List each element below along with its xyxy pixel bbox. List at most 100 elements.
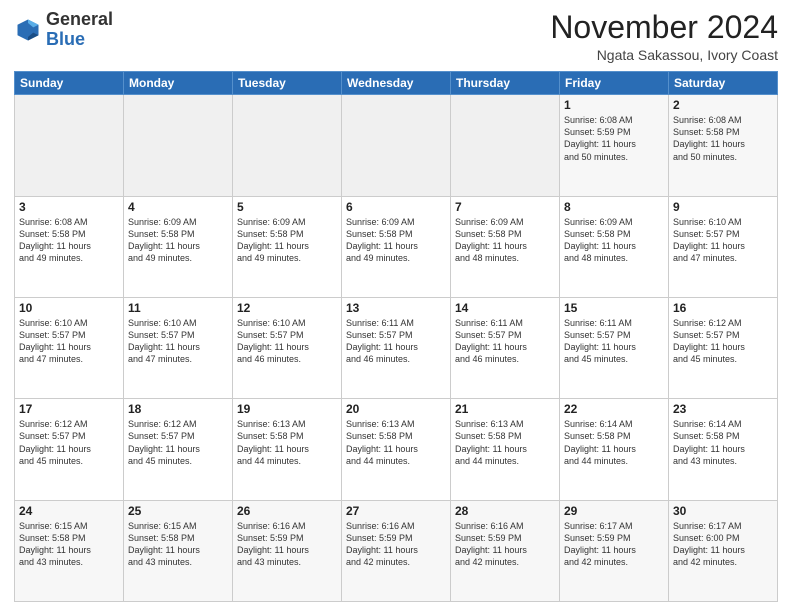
calendar-cell: 8 Sunrise: 6:09 AM Sunset: 5:58 PM Daylig… (560, 196, 669, 297)
day-number: 19 (237, 402, 337, 416)
calendar-week-2: 10 Sunrise: 6:10 AM Sunset: 5:57 PM Dayli… (15, 297, 778, 398)
day-number: 8 (564, 200, 664, 214)
day-info: Sunrise: 6:12 AM Sunset: 5:57 PM Dayligh… (673, 317, 773, 366)
day-info: Sunrise: 6:16 AM Sunset: 5:59 PM Dayligh… (346, 520, 446, 569)
day-info: Sunrise: 6:13 AM Sunset: 5:58 PM Dayligh… (346, 418, 446, 467)
logo-blue: Blue (46, 29, 85, 49)
logo-general: General (46, 9, 113, 29)
col-wednesday: Wednesday (342, 72, 451, 95)
day-info: Sunrise: 6:12 AM Sunset: 5:57 PM Dayligh… (19, 418, 119, 467)
day-info: Sunrise: 6:11 AM Sunset: 5:57 PM Dayligh… (564, 317, 664, 366)
calendar-cell (124, 95, 233, 196)
calendar-week-4: 24Sunrise: 6:15 AM Sunset: 5:58 PM Dayli… (15, 500, 778, 601)
day-info: Sunrise: 6:15 AM Sunset: 5:58 PM Dayligh… (128, 520, 228, 569)
day-info: Sunrise: 6:11 AM Sunset: 5:57 PM Dayligh… (455, 317, 555, 366)
calendar-cell: 15 Sunrise: 6:11 AM Sunset: 5:57 PM Dayli… (560, 297, 669, 398)
day-info: Sunrise: 6:10 AM Sunset: 5:57 PM Dayligh… (237, 317, 337, 366)
day-number: 6 (346, 200, 446, 214)
day-number: 15 (564, 301, 664, 315)
day-info: Sunrise: 6:16 AM Sunset: 5:59 PM Dayligh… (237, 520, 337, 569)
calendar-table: Sunday Monday Tuesday Wednesday Thursday… (14, 71, 778, 602)
day-number: 7 (455, 200, 555, 214)
day-number: 29 (564, 504, 664, 518)
day-info: Sunrise: 6:09 AM Sunset: 5:58 PM Dayligh… (346, 216, 446, 265)
col-sunday: Sunday (15, 72, 124, 95)
calendar-cell: 30 Sunrise: 6:17 AM Sunset: 6:00 PM Dayli… (669, 500, 778, 601)
calendar-cell: 21 Sunrise: 6:13 AM Sunset: 5:58 PM Dayli… (451, 399, 560, 500)
col-tuesday: Tuesday (233, 72, 342, 95)
day-info: Sunrise: 6:09 AM Sunset: 5:58 PM Dayligh… (237, 216, 337, 265)
calendar-cell: 3 Sunrise: 6:08 AM Sunset: 5:58 PM Daylig… (15, 196, 124, 297)
calendar-cell: 29 Sunrise: 6:17 AM Sunset: 5:59 PM Dayli… (560, 500, 669, 601)
day-number: 26 (237, 504, 337, 518)
calendar-cell: 9 Sunrise: 6:10 AM Sunset: 5:57 PM Daylig… (669, 196, 778, 297)
day-number: 5 (237, 200, 337, 214)
day-info: Sunrise: 6:12 AM Sunset: 5:57 PM Dayligh… (128, 418, 228, 467)
logo: General Blue (14, 10, 113, 50)
day-number: 13 (346, 301, 446, 315)
day-number: 20 (346, 402, 446, 416)
col-monday: Monday (124, 72, 233, 95)
day-number: 17 (19, 402, 119, 416)
calendar-cell: 24Sunrise: 6:15 AM Sunset: 5:58 PM Dayli… (15, 500, 124, 601)
day-info: Sunrise: 6:09 AM Sunset: 5:58 PM Dayligh… (455, 216, 555, 265)
calendar-cell: 14 Sunrise: 6:11 AM Sunset: 5:57 PM Dayli… (451, 297, 560, 398)
day-number: 3 (19, 200, 119, 214)
calendar-cell: 18 Sunrise: 6:12 AM Sunset: 5:57 PM Dayli… (124, 399, 233, 500)
day-info: Sunrise: 6:13 AM Sunset: 5:58 PM Dayligh… (455, 418, 555, 467)
calendar-cell: 4 Sunrise: 6:09 AM Sunset: 5:58 PM Daylig… (124, 196, 233, 297)
calendar-week-0: 1Sunrise: 6:08 AM Sunset: 5:59 PM Daylig… (15, 95, 778, 196)
day-info: Sunrise: 6:17 AM Sunset: 6:00 PM Dayligh… (673, 520, 773, 569)
calendar-cell: 17 Sunrise: 6:12 AM Sunset: 5:57 PM Dayli… (15, 399, 124, 500)
day-info: Sunrise: 6:16 AM Sunset: 5:59 PM Dayligh… (455, 520, 555, 569)
calendar-cell: 25 Sunrise: 6:15 AM Sunset: 5:58 PM Dayli… (124, 500, 233, 601)
day-number: 25 (128, 504, 228, 518)
calendar-cell: 22Sunrise: 6:14 AM Sunset: 5:58 PM Dayli… (560, 399, 669, 500)
day-number: 4 (128, 200, 228, 214)
calendar-header-row: Sunday Monday Tuesday Wednesday Thursday… (15, 72, 778, 95)
calendar-cell: 26 Sunrise: 6:16 AM Sunset: 5:59 PM Dayli… (233, 500, 342, 601)
day-info: Sunrise: 6:17 AM Sunset: 5:59 PM Dayligh… (564, 520, 664, 569)
day-number: 14 (455, 301, 555, 315)
col-friday: Friday (560, 72, 669, 95)
day-number: 28 (455, 504, 555, 518)
day-number: 27 (346, 504, 446, 518)
day-info: Sunrise: 6:10 AM Sunset: 5:57 PM Dayligh… (673, 216, 773, 265)
logo-text: General Blue (46, 10, 113, 50)
calendar-cell: 28 Sunrise: 6:16 AM Sunset: 5:59 PM Dayli… (451, 500, 560, 601)
day-number: 18 (128, 402, 228, 416)
day-number: 30 (673, 504, 773, 518)
header: General Blue November 2024 Ngata Sakasso… (14, 10, 778, 63)
day-number: 10 (19, 301, 119, 315)
calendar-cell: 10 Sunrise: 6:10 AM Sunset: 5:57 PM Dayli… (15, 297, 124, 398)
day-number: 1 (564, 98, 664, 112)
day-info: Sunrise: 6:10 AM Sunset: 5:57 PM Dayligh… (128, 317, 228, 366)
day-number: 12 (237, 301, 337, 315)
calendar-cell: 27 Sunrise: 6:16 AM Sunset: 5:59 PM Dayli… (342, 500, 451, 601)
day-number: 9 (673, 200, 773, 214)
calendar-cell: 11 Sunrise: 6:10 AM Sunset: 5:57 PM Dayli… (124, 297, 233, 398)
calendar-cell: 6 Sunrise: 6:09 AM Sunset: 5:58 PM Daylig… (342, 196, 451, 297)
calendar-cell: 16Sunrise: 6:12 AM Sunset: 5:57 PM Dayli… (669, 297, 778, 398)
day-info: Sunrise: 6:14 AM Sunset: 5:58 PM Dayligh… (673, 418, 773, 467)
calendar-week-1: 3 Sunrise: 6:08 AM Sunset: 5:58 PM Daylig… (15, 196, 778, 297)
day-number: 21 (455, 402, 555, 416)
month-title: November 2024 (550, 10, 778, 45)
calendar-cell: 20 Sunrise: 6:13 AM Sunset: 5:58 PM Dayli… (342, 399, 451, 500)
day-number: 22 (564, 402, 664, 416)
calendar-cell: 13Sunrise: 6:11 AM Sunset: 5:57 PM Dayli… (342, 297, 451, 398)
calendar-cell (233, 95, 342, 196)
calendar-cell: 1Sunrise: 6:08 AM Sunset: 5:59 PM Daylig… (560, 95, 669, 196)
col-thursday: Thursday (451, 72, 560, 95)
calendar-week-3: 17 Sunrise: 6:12 AM Sunset: 5:57 PM Dayli… (15, 399, 778, 500)
day-info: Sunrise: 6:10 AM Sunset: 5:57 PM Dayligh… (19, 317, 119, 366)
calendar-cell (15, 95, 124, 196)
day-number: 11 (128, 301, 228, 315)
calendar-cell: 5 Sunrise: 6:09 AM Sunset: 5:58 PM Daylig… (233, 196, 342, 297)
title-block: November 2024 Ngata Sakassou, Ivory Coas… (550, 10, 778, 63)
day-info: Sunrise: 6:09 AM Sunset: 5:58 PM Dayligh… (128, 216, 228, 265)
day-info: Sunrise: 6:09 AM Sunset: 5:58 PM Dayligh… (564, 216, 664, 265)
calendar-cell (451, 95, 560, 196)
day-info: Sunrise: 6:08 AM Sunset: 5:58 PM Dayligh… (19, 216, 119, 265)
page: General Blue November 2024 Ngata Sakasso… (0, 0, 792, 612)
